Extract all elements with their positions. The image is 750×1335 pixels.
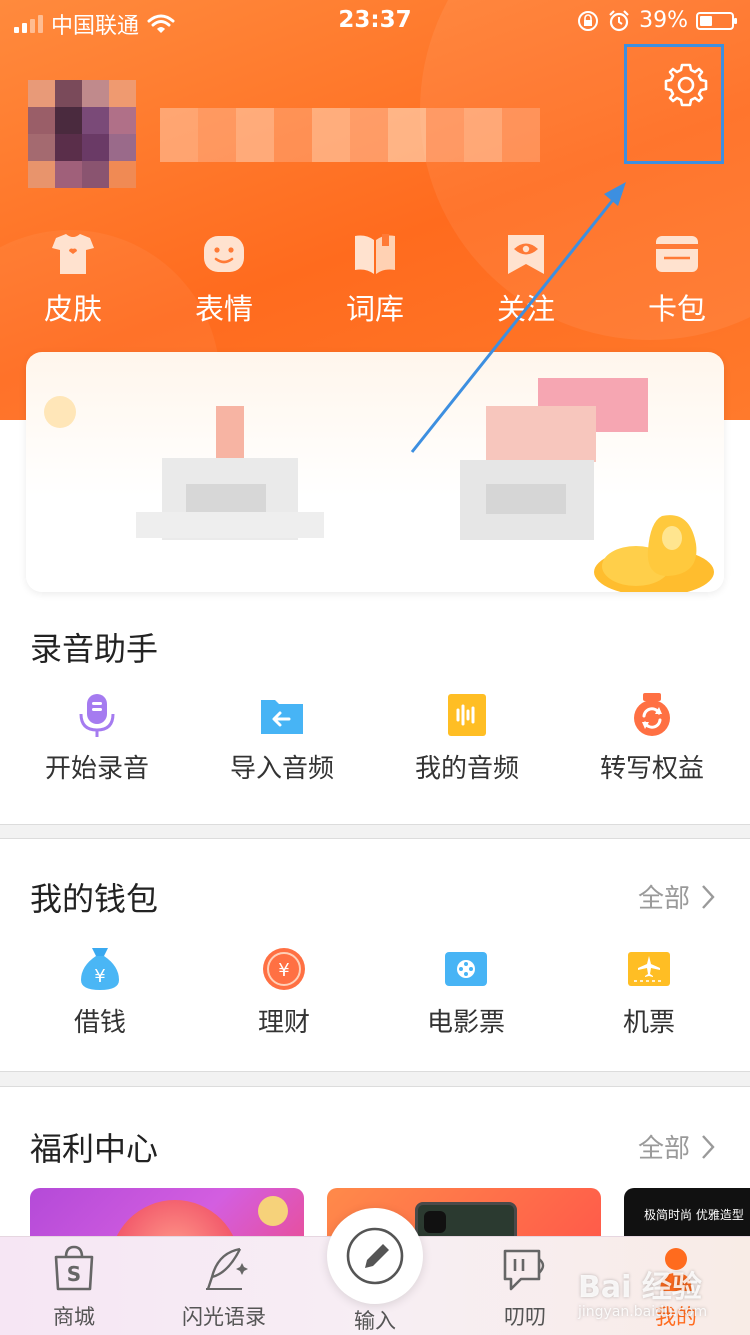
film-ticket-icon <box>445 952 487 986</box>
wealth-button[interactable]: ¥ 理财 <box>224 946 344 1039</box>
shop-bag-icon: S <box>54 1245 94 1291</box>
feather-pen-icon <box>206 1247 248 1290</box>
svg-text:S: S <box>67 1262 81 1286</box>
flight-ticket-button[interactable]: 机票 <box>589 946 709 1039</box>
start-recording-button[interactable]: 开始录音 <box>37 692 157 785</box>
promo-3-text: 极简时尚 优雅造型 <box>644 1208 744 1222</box>
tab-chat[interactable]: 叨叨 <box>465 1243 585 1331</box>
money-bag-icon: ¥ <box>81 948 119 990</box>
watermark: Bai 经验 jingyan.baidu.com <box>578 1270 708 1320</box>
section-divider <box>0 1071 750 1072</box>
transcribe-refresh-icon <box>634 693 670 736</box>
yuan-coin-icon: ¥ <box>263 948 305 990</box>
input-center-button[interactable] <box>327 1208 423 1304</box>
section-divider <box>0 824 750 825</box>
loan-button[interactable]: ¥ 借钱 <box>40 946 160 1039</box>
movie-ticket-button[interactable]: 电影票 <box>406 946 526 1039</box>
welfare-more-link[interactable]: 全部 <box>638 1128 716 1165</box>
import-folder-icon <box>261 700 303 734</box>
my-audio-button[interactable]: 我的音频 <box>407 692 527 785</box>
svg-text:¥: ¥ <box>94 966 105 987</box>
wallet-section-title: 我的钱包 <box>30 880 159 918</box>
tab-flash-quotes[interactable]: 闪光语录 <box>164 1243 284 1331</box>
microphone-icon <box>79 694 115 737</box>
welfare-section-title: 福利中心 <box>30 1130 159 1168</box>
annotation-arrow <box>410 182 626 453</box>
tab-shop[interactable]: S 商城 <box>14 1243 134 1331</box>
chevron-right-icon <box>702 1134 715 1159</box>
pencil-icon <box>346 1227 404 1285</box>
wallet-more-link[interactable]: 全部 <box>638 878 716 915</box>
chat-bubble-icon <box>503 1249 545 1291</box>
chevron-right-icon <box>702 884 715 909</box>
transcription-rights-button[interactable]: 转写权益 <box>592 692 712 785</box>
plane-ticket-icon <box>628 952 670 986</box>
audio-file-icon <box>448 694 486 736</box>
import-audio-button[interactable]: 导入音频 <box>222 692 342 785</box>
recording-section-title: 录音助手 <box>30 630 159 668</box>
gold-coin-icon <box>258 1196 288 1226</box>
camera-module <box>424 1211 446 1233</box>
svg-text:¥: ¥ <box>278 960 289 981</box>
